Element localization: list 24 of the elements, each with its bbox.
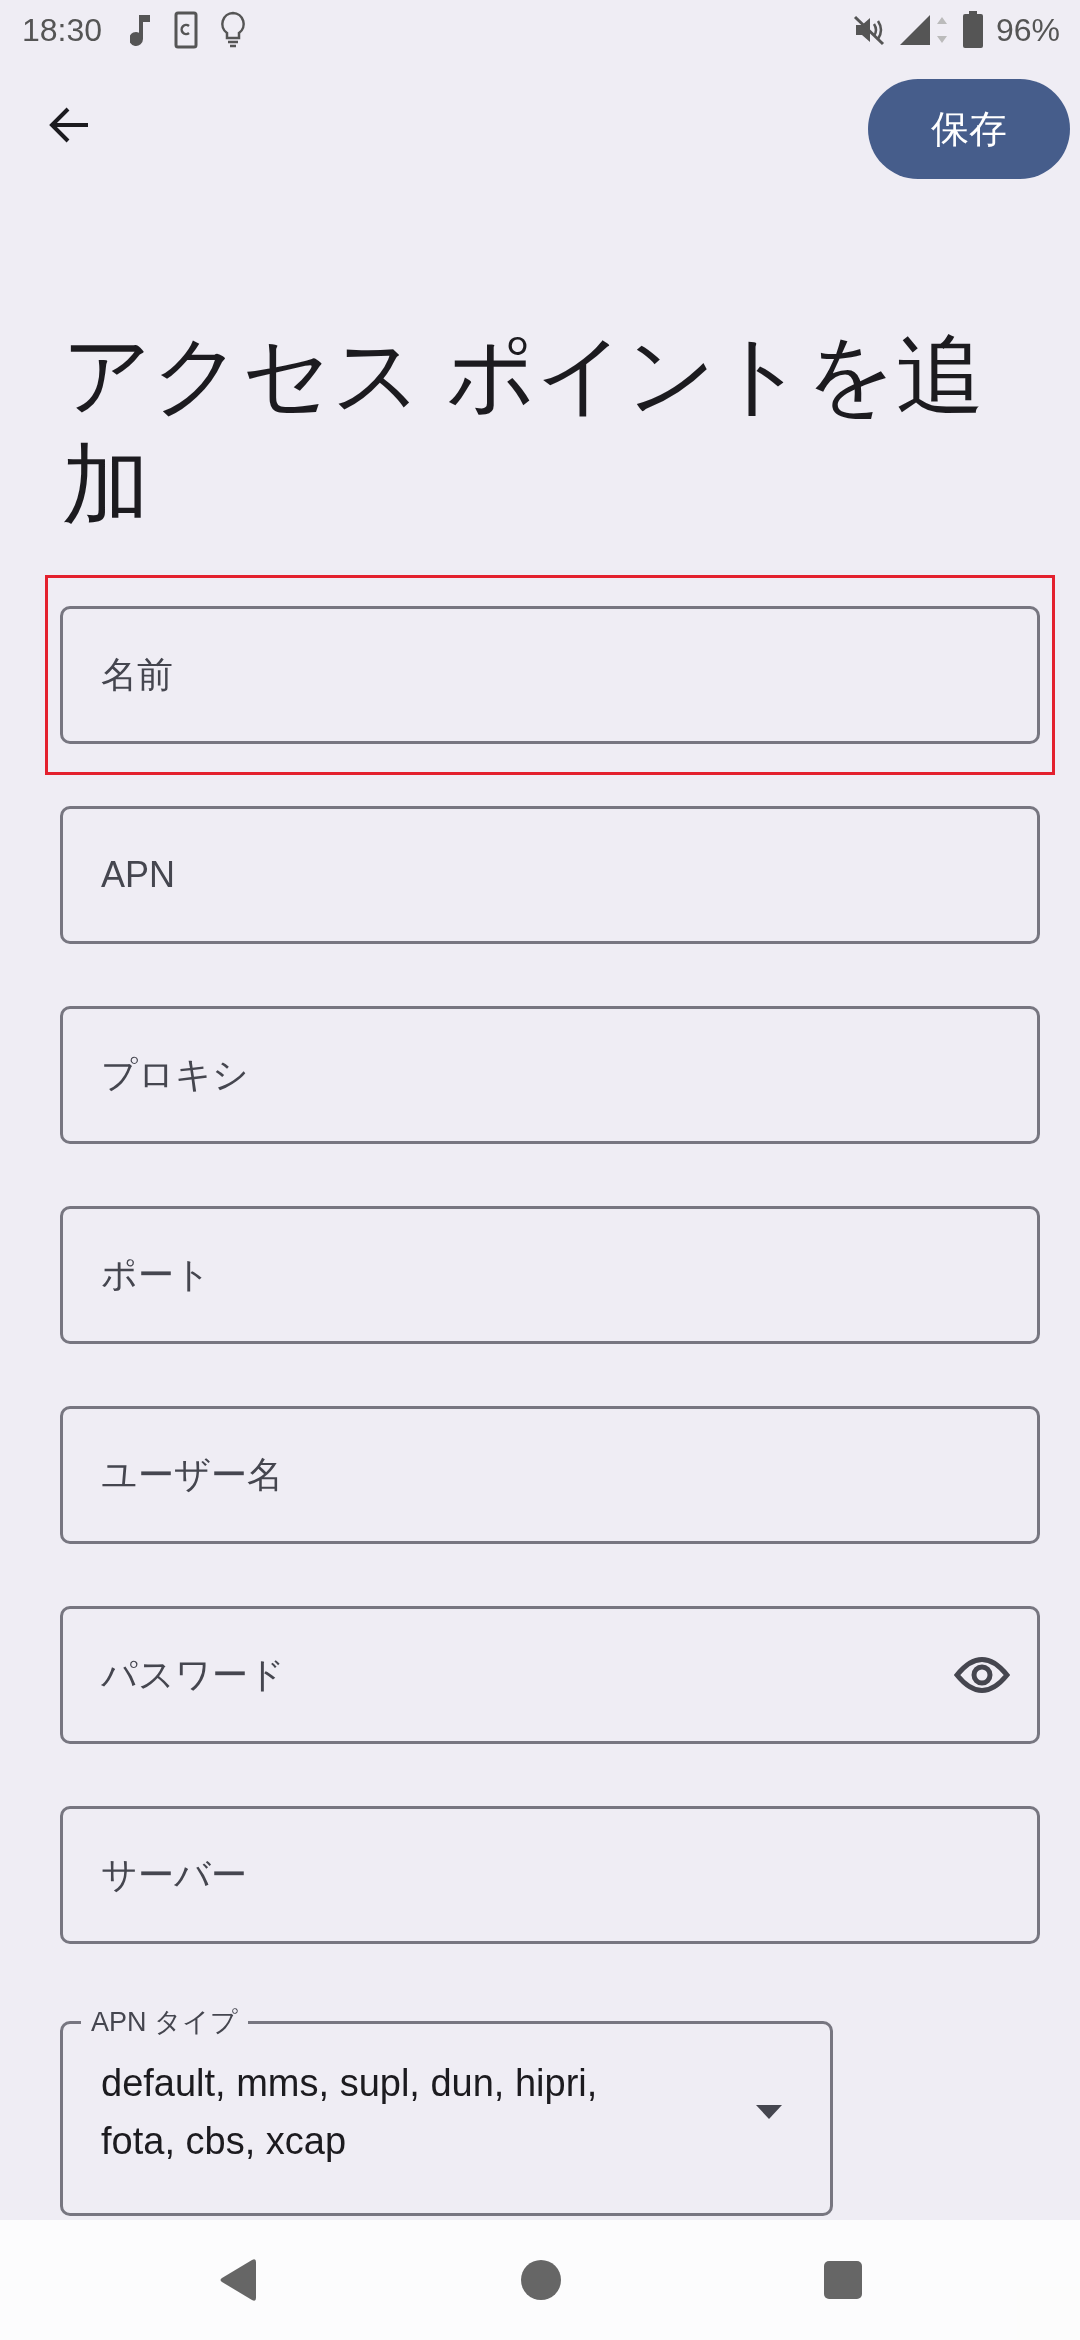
- password-field[interactable]: パスワード: [60, 1606, 1040, 1744]
- eye-icon[interactable]: [954, 1656, 1010, 1694]
- caret-icon: [756, 2105, 782, 2119]
- battery-percent: 96%: [995, 11, 1060, 49]
- music-note-icon: [130, 13, 153, 47]
- input-field[interactable]: APN: [60, 806, 1040, 944]
- battery-icon: [961, 11, 984, 49]
- page-title: アクセス ポイントを追加: [62, 324, 986, 536]
- input-field[interactable]: ポート: [60, 1206, 1040, 1344]
- clock-time: 18:30: [22, 11, 103, 49]
- phone-rotate-icon: [174, 11, 199, 49]
- input-field[interactable]: サーバー: [60, 1806, 1040, 1944]
- lightbulb-icon: [220, 11, 247, 49]
- back-icon[interactable]: [218, 2258, 258, 2302]
- dropdown-field[interactable]: APN タイプ default, mms, supl, dun, hipri, fota, cbs, xcap: [60, 2006, 833, 2216]
- mute-icon: [851, 14, 886, 46]
- home-icon[interactable]: [520, 2259, 562, 2301]
- input-field[interactable]: ユーザー名: [60, 1406, 1040, 1544]
- field-label: APN タイプ: [90, 2006, 240, 2038]
- back-arrow-icon[interactable]: [48, 106, 90, 144]
- dropdown-value: default, mms, supl, dun, hipri, fota, cbs, xcap: [101, 2061, 599, 2164]
- save-button[interactable]: 保存: [868, 79, 1070, 179]
- input-field[interactable]: プロキシ: [60, 1006, 1040, 1144]
- input-field[interactable]: 名前: [60, 606, 1040, 744]
